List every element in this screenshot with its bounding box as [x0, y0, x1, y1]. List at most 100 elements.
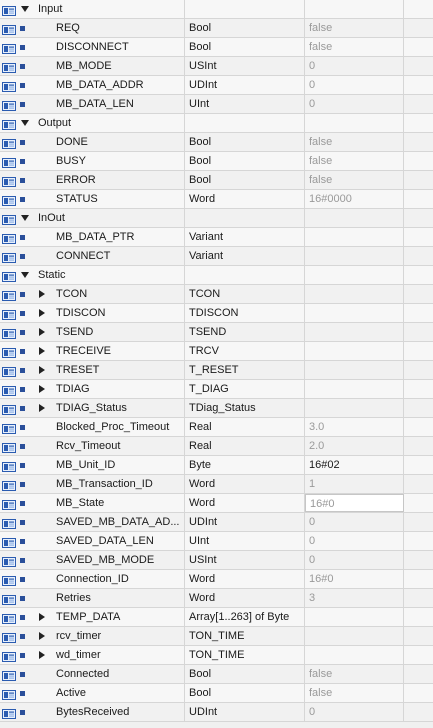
default-value-cell[interactable]: 0: [305, 57, 404, 75]
default-value-cell[interactable]: [305, 627, 404, 645]
data-type-cell[interactable]: Bool: [185, 665, 305, 683]
name-cell[interactable]: MB_DATA_PTR: [20, 228, 185, 246]
data-type-cell[interactable]: Bool: [185, 133, 305, 151]
default-value-cell[interactable]: [305, 399, 404, 417]
data-type-cell[interactable]: [185, 209, 305, 227]
data-type-cell[interactable]: TON_TIME: [185, 646, 305, 664]
table-row[interactable]: TCON TCON: [0, 285, 433, 304]
name-cell[interactable]: Connected: [20, 665, 185, 683]
name-cell[interactable]: rcv_timer: [20, 627, 185, 645]
expand-triangle-icon[interactable]: [39, 328, 45, 336]
name-cell[interactable]: BytesReceived: [20, 703, 185, 721]
name-cell[interactable]: Input: [20, 0, 185, 18]
expand-triangle-icon[interactable]: [39, 347, 45, 355]
name-cell[interactable]: SAVED_MB_MODE: [20, 551, 185, 569]
default-value-cell[interactable]: 0: [305, 551, 404, 569]
table-row[interactable]: MB_DATA_ADDR UDInt 0: [0, 76, 433, 95]
default-value-cell[interactable]: [305, 304, 404, 322]
data-type-cell[interactable]: Real: [185, 418, 305, 436]
table-row[interactable]: rcv_timer TON_TIME: [0, 627, 433, 646]
name-cell[interactable]: TEMP_DATA: [20, 608, 185, 626]
table-row[interactable]: DISCONNECT Bool false: [0, 38, 433, 57]
default-value-cell[interactable]: 3: [305, 589, 404, 607]
table-row[interactable]: TDISCON TDISCON: [0, 304, 433, 323]
default-value-cell[interactable]: [305, 285, 404, 303]
data-type-cell[interactable]: UDInt: [185, 703, 305, 721]
name-cell[interactable]: Static: [20, 266, 185, 284]
expand-triangle-icon[interactable]: [39, 651, 45, 659]
table-row[interactable]: wd_timer TON_TIME: [0, 646, 433, 665]
table-row[interactable]: Input: [0, 0, 433, 19]
default-value-cell[interactable]: [305, 266, 404, 284]
default-value-cell[interactable]: false: [305, 684, 404, 702]
data-type-cell[interactable]: Word: [185, 570, 305, 588]
table-row[interactable]: TEMP_DATA Array[1..263] of Byte: [0, 608, 433, 627]
data-type-cell[interactable]: TDISCON: [185, 304, 305, 322]
table-row[interactable]: SAVED_DATA_LEN UInt 0: [0, 532, 433, 551]
default-value-cell[interactable]: [305, 114, 404, 132]
expand-triangle-icon[interactable]: [39, 613, 45, 621]
table-row[interactable]: SAVED_MB_DATA_AD... UDInt 0: [0, 513, 433, 532]
data-type-cell[interactable]: USInt: [185, 57, 305, 75]
table-row[interactable]: SAVED_MB_MODE USInt 0: [0, 551, 433, 570]
name-cell[interactable]: TDIAG: [20, 380, 185, 398]
expand-triangle-icon[interactable]: [39, 632, 45, 640]
default-value-cell[interactable]: [305, 323, 404, 341]
data-type-cell[interactable]: UDInt: [185, 76, 305, 94]
data-type-cell[interactable]: UDInt: [185, 513, 305, 531]
data-type-cell[interactable]: Word: [185, 475, 305, 493]
expand-triangle-icon[interactable]: [39, 290, 45, 298]
expand-triangle-icon[interactable]: [39, 385, 45, 393]
data-type-cell[interactable]: Array[1..263] of Byte: [185, 608, 305, 626]
table-row[interactable]: CONNECT Variant: [0, 247, 433, 266]
default-value-cell[interactable]: [305, 0, 404, 18]
default-value-cell[interactable]: false: [305, 665, 404, 683]
table-row[interactable]: MB_DATA_PTR Variant: [0, 228, 433, 247]
name-cell[interactable]: TSEND: [20, 323, 185, 341]
name-cell[interactable]: MB_MODE: [20, 57, 185, 75]
default-value-cell[interactable]: [305, 361, 404, 379]
default-value-cell[interactable]: 1: [305, 475, 404, 493]
table-row[interactable]: TDIAG T_DIAG: [0, 380, 433, 399]
name-cell[interactable]: STATUS: [20, 190, 185, 208]
expand-triangle-icon[interactable]: [39, 366, 45, 374]
default-value-cell[interactable]: 16#02: [305, 456, 404, 474]
name-cell[interactable]: MB_DATA_LEN: [20, 95, 185, 113]
data-type-cell[interactable]: TDiag_Status: [185, 399, 305, 417]
name-cell[interactable]: ERROR: [20, 171, 185, 189]
table-row[interactable]: TRECEIVE TRCV: [0, 342, 433, 361]
default-value-cell[interactable]: [305, 608, 404, 626]
name-cell[interactable]: DONE: [20, 133, 185, 151]
table-row[interactable]: MB_DATA_LEN UInt 0: [0, 95, 433, 114]
table-row[interactable]: Retries Word 3: [0, 589, 433, 608]
name-cell[interactable]: REQ: [20, 19, 185, 37]
table-row[interactable]: BUSY Bool false: [0, 152, 433, 171]
default-value-cell[interactable]: 0: [305, 95, 404, 113]
data-type-cell[interactable]: Bool: [185, 19, 305, 37]
name-cell[interactable]: Rcv_Timeout: [20, 437, 185, 455]
name-cell[interactable]: Active: [20, 684, 185, 702]
data-type-cell[interactable]: [185, 114, 305, 132]
name-cell[interactable]: InOut: [20, 209, 185, 227]
name-cell[interactable]: DISCONNECT: [20, 38, 185, 56]
default-value-cell[interactable]: [305, 247, 404, 265]
data-type-cell[interactable]: [185, 266, 305, 284]
table-row[interactable]: MB_State Word 16#0: [0, 494, 433, 513]
table-row[interactable]: MB_MODE USInt 0: [0, 57, 433, 76]
data-type-cell[interactable]: Bool: [185, 171, 305, 189]
default-value-cell[interactable]: [305, 209, 404, 227]
name-cell[interactable]: MB_DATA_ADDR: [20, 76, 185, 94]
default-value-cell[interactable]: false: [305, 38, 404, 56]
expand-triangle-icon[interactable]: [39, 404, 45, 412]
data-type-cell[interactable]: Byte: [185, 456, 305, 474]
table-row[interactable]: Connected Bool false: [0, 665, 433, 684]
data-type-cell[interactable]: TSEND: [185, 323, 305, 341]
collapse-triangle-icon[interactable]: [21, 272, 29, 278]
default-value-cell[interactable]: 2.0: [305, 437, 404, 455]
table-row[interactable]: DONE Bool false: [0, 133, 433, 152]
data-type-cell[interactable]: Word: [185, 190, 305, 208]
default-value-cell[interactable]: 0: [305, 76, 404, 94]
name-cell[interactable]: SAVED_DATA_LEN: [20, 532, 185, 550]
data-type-cell[interactable]: Real: [185, 437, 305, 455]
table-row[interactable]: MB_Transaction_ID Word 1: [0, 475, 433, 494]
